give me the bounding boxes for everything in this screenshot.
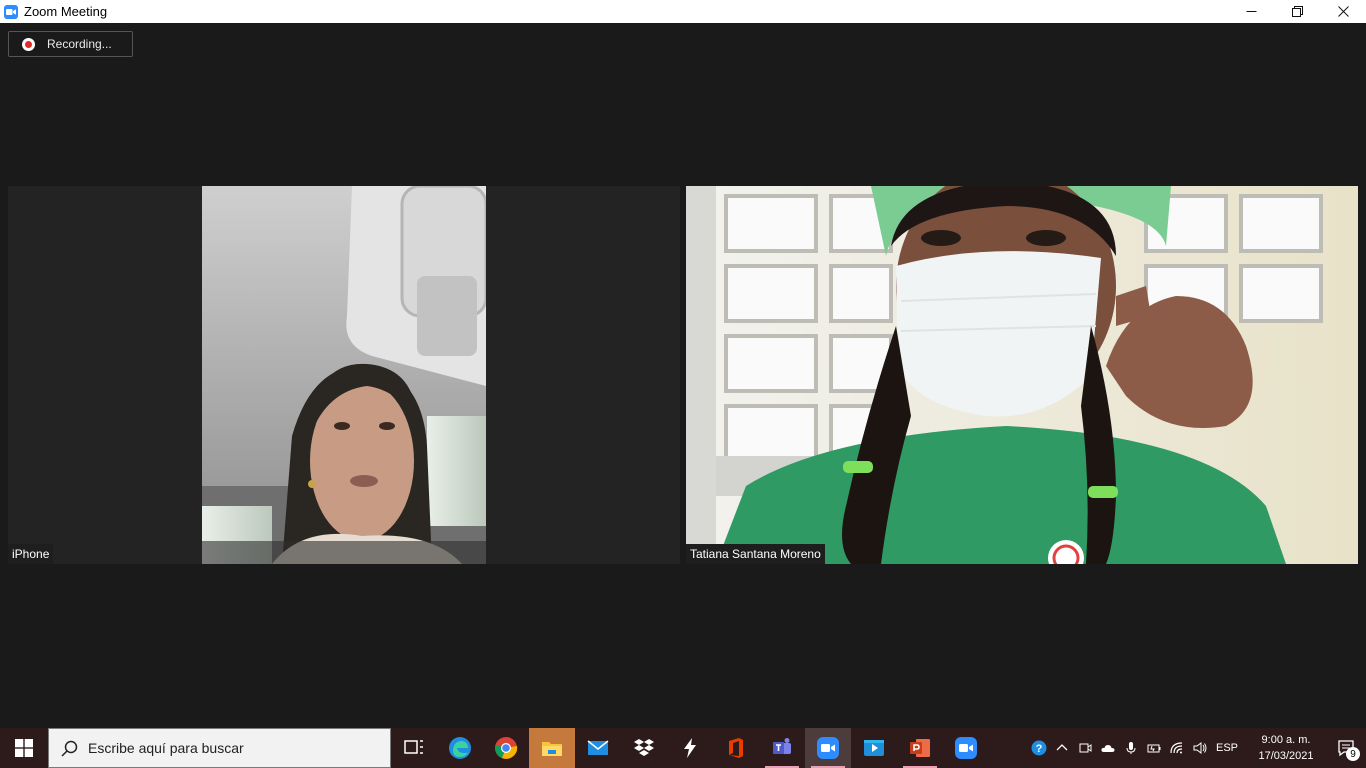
- microphone-tray-button[interactable]: [1120, 728, 1143, 768]
- cloud-icon: [1101, 745, 1115, 752]
- participant-video: [202, 186, 486, 564]
- teams-icon: [773, 738, 791, 754]
- clock[interactable]: 9:00 a. m. 17/03/2021: [1246, 732, 1326, 764]
- chrome-icon: [495, 737, 518, 759]
- video-editor-icon: [864, 740, 884, 756]
- action-center-button[interactable]: 9: [1326, 728, 1366, 768]
- task-view-icon: [404, 740, 423, 754]
- battery-icon: [1147, 744, 1161, 753]
- taskbar-app-file-explorer[interactable]: [529, 728, 575, 768]
- wifi-tray-button[interactable]: [1166, 728, 1189, 768]
- help-icon: ?: [1031, 740, 1047, 756]
- minimize-button[interactable]: [1228, 0, 1274, 23]
- window-title: Zoom Meeting: [24, 4, 108, 19]
- participant-name: Tatiana Santana Moreno: [686, 544, 825, 564]
- battery-tray-button[interactable]: [1143, 728, 1166, 768]
- taskbar-app-office[interactable]: [713, 728, 759, 768]
- clock-date: 17/03/2021: [1258, 750, 1314, 762]
- taskbar-app-bolt[interactable]: [667, 728, 713, 768]
- taskbar-app-chrome[interactable]: [483, 728, 529, 768]
- meet-now-icon: [1079, 743, 1092, 753]
- input-language[interactable]: ESP: [1216, 742, 1238, 754]
- clock-time: 9:00 a. m.: [1261, 734, 1311, 746]
- system-tray: ? ESP 9:00 a. m. 17/03/2021 9: [1028, 728, 1366, 768]
- record-icon: [22, 37, 35, 51]
- title-bar: Zoom Meeting: [0, 0, 1366, 23]
- close-button[interactable]: [1320, 0, 1366, 23]
- wifi-icon: [1170, 742, 1183, 754]
- minimize-icon: [1246, 11, 1256, 12]
- participant-tile-iphone[interactable]: iPhone: [8, 186, 680, 564]
- notification-count-badge: 9: [1346, 747, 1360, 761]
- zoom-app-icon: [4, 4, 18, 19]
- zoom-icon: [817, 737, 839, 759]
- task-view-button[interactable]: [391, 728, 437, 768]
- search-icon: [61, 740, 78, 757]
- taskbar-app-video-editor[interactable]: [851, 728, 897, 768]
- office-icon: [729, 738, 743, 758]
- show-hidden-icons-button[interactable]: [1051, 728, 1074, 768]
- svg-text:?: ?: [1036, 743, 1043, 755]
- close-icon: [1337, 6, 1349, 17]
- zoom-icon: [955, 737, 977, 759]
- meet-now-tray-button[interactable]: [1074, 728, 1097, 768]
- recording-indicator[interactable]: Recording...: [8, 31, 133, 57]
- windows-icon: [15, 739, 33, 757]
- restore-button[interactable]: [1274, 0, 1320, 23]
- volume-tray-button[interactable]: [1189, 728, 1212, 768]
- search-input[interactable]: [88, 740, 368, 756]
- help-tray-button[interactable]: ?: [1028, 728, 1051, 768]
- participant-name: iPhone: [8, 544, 54, 564]
- file-explorer-icon: [542, 742, 562, 756]
- taskbar-app-dropbox[interactable]: [621, 728, 667, 768]
- taskbar-app-zoom-2[interactable]: [943, 728, 989, 768]
- taskbar: ? ESP 9:00 a. m. 17/03/2021 9: [0, 728, 1366, 768]
- volume-icon: [1193, 742, 1207, 754]
- chevron-up-icon: [1057, 744, 1068, 751]
- taskbar-app-mail[interactable]: [575, 728, 621, 768]
- powerpoint-icon: [910, 739, 930, 757]
- edge-icon: [449, 737, 471, 759]
- taskbar-app-edge[interactable]: [437, 728, 483, 768]
- participant-tile-tatiana[interactable]: Tatiana Santana Moreno: [686, 186, 1358, 564]
- restore-icon: [1291, 6, 1303, 17]
- mail-icon: [587, 740, 609, 755]
- taskbar-app-powerpoint[interactable]: [897, 728, 943, 768]
- participant-video: [686, 186, 1358, 564]
- taskbar-app-teams[interactable]: [759, 728, 805, 768]
- start-button[interactable]: [0, 728, 48, 768]
- recording-label: Recording...: [47, 37, 112, 51]
- taskbar-search[interactable]: [48, 728, 391, 768]
- dropbox-icon: [634, 739, 654, 756]
- taskbar-app-zoom[interactable]: [805, 728, 851, 768]
- microphone-icon: [1126, 742, 1136, 754]
- onedrive-tray-button[interactable]: [1097, 728, 1120, 768]
- bolt-app-icon: [684, 738, 696, 758]
